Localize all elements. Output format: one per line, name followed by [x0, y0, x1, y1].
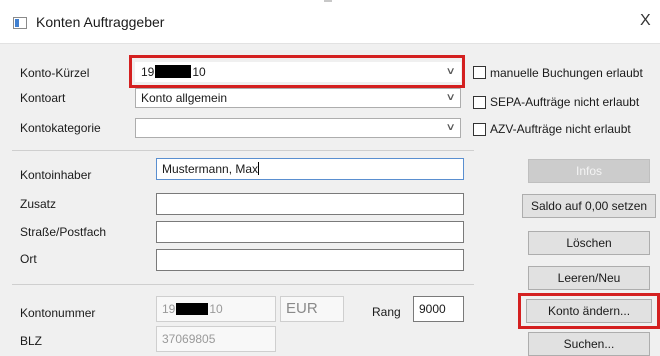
zusatz-label: Zusatz: [20, 197, 57, 211]
strasse-input[interactable]: [156, 221, 464, 243]
saldo-null-button[interactable]: Saldo auf 0,00 setzen: [522, 194, 656, 218]
infos-button[interactable]: Infos: [528, 159, 650, 183]
currency-value: EUR: [286, 300, 318, 317]
sepa-checkbox[interactable]: [473, 96, 486, 109]
blz-label: BLZ: [20, 334, 43, 348]
text-caret: [258, 162, 260, 175]
manuelle-buchungen-checkbox[interactable]: [473, 66, 486, 79]
section-divider: [12, 150, 474, 151]
redaction-box: [155, 65, 192, 78]
konto-kuerzel-suffix: 10: [192, 65, 206, 79]
currency-field: EUR: [280, 296, 344, 322]
kontokategorie-label: Kontokategorie: [20, 121, 101, 135]
chevron-down-icon: ∨: [445, 66, 456, 77]
section-divider: [12, 284, 474, 285]
kontoart-label: Kontoart: [20, 91, 66, 105]
konto-aendern-button[interactable]: Konto ändern...: [526, 299, 652, 323]
kontoinhaber-input[interactable]: Mustermann, Max: [156, 158, 464, 180]
manuelle-buchungen-label: manuelle Buchungen erlaubt: [490, 66, 643, 80]
kontoinhaber-label: Kontoinhaber: [20, 168, 92, 182]
suchen-button[interactable]: Suchen...: [528, 332, 650, 356]
leeren-neu-button[interactable]: Leeren/Neu: [528, 266, 650, 290]
chevron-down-icon: ∨: [445, 92, 456, 103]
kontoart-select[interactable]: Konto allgemein ∨: [135, 88, 461, 108]
kontokategorie-select[interactable]: ∨: [135, 118, 461, 138]
sepa-label: SEPA-Aufträge nicht erlaubt: [490, 95, 640, 109]
window-title: Konten Auftraggeber: [36, 14, 165, 30]
konto-kuerzel-label: Konto-Kürzel: [20, 66, 90, 80]
kontonummer-field: 19 10: [156, 296, 276, 322]
kontoart-value: Konto allgemein: [141, 91, 228, 105]
rang-label: Rang: [372, 305, 401, 319]
kontonummer-prefix: 19: [162, 302, 176, 316]
title-bar-divider: [324, 0, 332, 2]
ort-input[interactable]: [156, 249, 464, 271]
azv-label: AZV-Aufträge nicht erlaubt: [490, 122, 631, 136]
chevron-down-icon: ∨: [445, 122, 456, 133]
blz-value: 37069805: [162, 332, 216, 346]
kontonummer-suffix: 10: [209, 302, 223, 316]
strasse-label: Straße/Postfach: [20, 225, 107, 239]
redaction-box: [176, 303, 209, 315]
loeschen-button[interactable]: Löschen: [528, 231, 650, 255]
blz-field: 37069805: [156, 326, 276, 352]
azv-checkbox[interactable]: [473, 123, 486, 136]
app-window-icon: [13, 17, 27, 29]
close-icon[interactable]: X: [640, 12, 651, 30]
zusatz-input[interactable]: [156, 193, 464, 215]
rang-value: 9000: [419, 302, 446, 316]
kontoinhaber-value: Mustermann, Max: [162, 162, 259, 176]
kontonummer-label: Kontonummer: [20, 306, 96, 320]
konto-kuerzel-select[interactable]: 19 10 ∨: [135, 62, 461, 82]
ort-label: Ort: [20, 252, 37, 266]
konto-kuerzel-prefix: 19: [141, 65, 155, 79]
rang-input[interactable]: 9000: [413, 296, 464, 322]
